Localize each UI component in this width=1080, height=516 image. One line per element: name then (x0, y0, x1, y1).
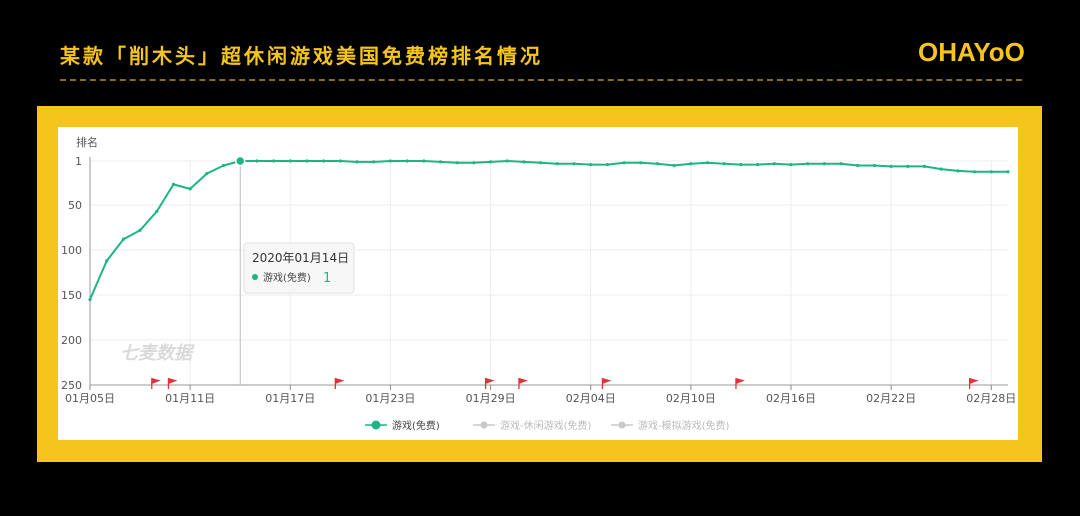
flag-icon[interactable] (968, 378, 979, 389)
data-point (722, 162, 726, 166)
data-point (338, 159, 342, 163)
legend-item[interactable]: 游戏-模拟游戏(免费) (611, 419, 730, 432)
data-point (322, 159, 326, 163)
data-point (105, 259, 109, 263)
series-line-games-free (89, 160, 1008, 300)
x-tick-label: 02月22日 (866, 392, 916, 405)
legend-label: 游戏-休闲游戏(免费) (500, 419, 592, 432)
flag-icon[interactable] (167, 378, 178, 389)
data-point (555, 162, 559, 166)
y-tick-label: 50 (68, 199, 82, 212)
y-tick-label: 150 (61, 289, 82, 302)
legend-item[interactable]: 游戏(免费) (365, 419, 440, 432)
data-point (121, 237, 125, 241)
flag-icon[interactable] (518, 378, 528, 389)
x-tick-label: 02月04日 (566, 392, 616, 405)
data-point (522, 160, 526, 164)
data-point (505, 159, 509, 163)
data-point (639, 161, 643, 165)
data-point (88, 297, 92, 302)
x-tick-label: 01月17日 (265, 392, 315, 405)
chart-panel: 1 50 100 150 200 250 01月05日 01月11日 01月17日 01月23日 0… (58, 127, 1018, 440)
data-point (689, 162, 693, 166)
legend-label: 游戏-模拟游戏(免费) (638, 419, 730, 432)
data-point (989, 170, 993, 174)
data-point (572, 162, 576, 166)
data-point (405, 159, 409, 163)
data-point (906, 164, 910, 168)
data-point (822, 162, 827, 166)
x-tick-label: 01月05日 (65, 392, 115, 405)
data-point (372, 160, 376, 164)
header-divider (60, 79, 1022, 81)
data-point (856, 163, 860, 168)
x-tick-label: 01月11日 (165, 392, 215, 405)
data-point (539, 161, 543, 165)
data-point (739, 162, 743, 167)
highlight-point (234, 155, 246, 167)
x-tick-label: 02月10日 (666, 392, 716, 405)
data-point (705, 161, 710, 165)
flag-icon[interactable] (735, 378, 745, 389)
data-point (839, 162, 843, 166)
data-point (288, 159, 292, 163)
data-point (655, 162, 660, 166)
y-tick-label: 200 (61, 334, 82, 347)
tooltip-value: 1 (323, 271, 331, 286)
data-point (138, 228, 142, 232)
data-point (622, 161, 626, 165)
data-point (605, 162, 610, 167)
data-point (939, 167, 943, 171)
watermark-text: 七麦数据 (120, 343, 195, 364)
x-tick-label: 02月16日 (766, 392, 816, 405)
flag-icon[interactable] (151, 378, 161, 389)
data-point (806, 162, 810, 166)
x-tick-label: 02月28日 (966, 392, 1016, 405)
tooltip-series-dot (252, 274, 258, 280)
flag-icon[interactable] (334, 378, 345, 389)
x-tick-label: 01月23日 (365, 392, 415, 405)
data-point (221, 163, 226, 168)
x-tick-label: 01月29日 (466, 392, 516, 405)
ohayoo-logo: OHAYoO (918, 37, 1025, 67)
data-point (872, 163, 877, 168)
data-point (455, 161, 459, 165)
data-point (255, 159, 259, 163)
y-tick-label: 100 (61, 244, 82, 257)
data-point (171, 182, 176, 186)
rank-line-chart[interactable]: 15010015020025001月05日 01月11日 01月17日 01月23日 0… (58, 127, 1018, 440)
data-point (789, 162, 793, 167)
page-title: 某款「削木头」超休闲游戏美国免费榜排名情况 (60, 44, 543, 68)
data-point (1006, 170, 1010, 174)
data-point (772, 162, 776, 166)
data-point (589, 162, 593, 167)
y-tick-label: 250 (61, 379, 82, 392)
tooltip-date: 2020年01月14日 (252, 251, 349, 265)
y-tick-label: 1 (75, 155, 82, 168)
data-point (305, 159, 309, 163)
data-point (956, 169, 960, 173)
flag-icon[interactable] (601, 378, 612, 389)
data-point (488, 160, 493, 164)
data-point (438, 160, 443, 164)
data-point (889, 164, 893, 168)
data-point (922, 164, 927, 168)
data-point (422, 159, 426, 163)
tooltip-series-name: 游戏(免费) (263, 271, 311, 284)
data-point (355, 160, 359, 164)
legend-item[interactable]: 游戏-休闲游戏(免费) (473, 419, 592, 432)
legend-label: 游戏(免费) (392, 419, 440, 432)
data-point (672, 163, 676, 168)
data-point (388, 159, 393, 163)
data-point (272, 159, 276, 163)
data-point (205, 171, 209, 176)
data-point (188, 187, 192, 191)
y-axis-label: 排名 (76, 135, 98, 149)
data-point (472, 161, 476, 165)
data-point (973, 170, 977, 174)
data-point (155, 209, 159, 213)
data-point (756, 162, 760, 167)
